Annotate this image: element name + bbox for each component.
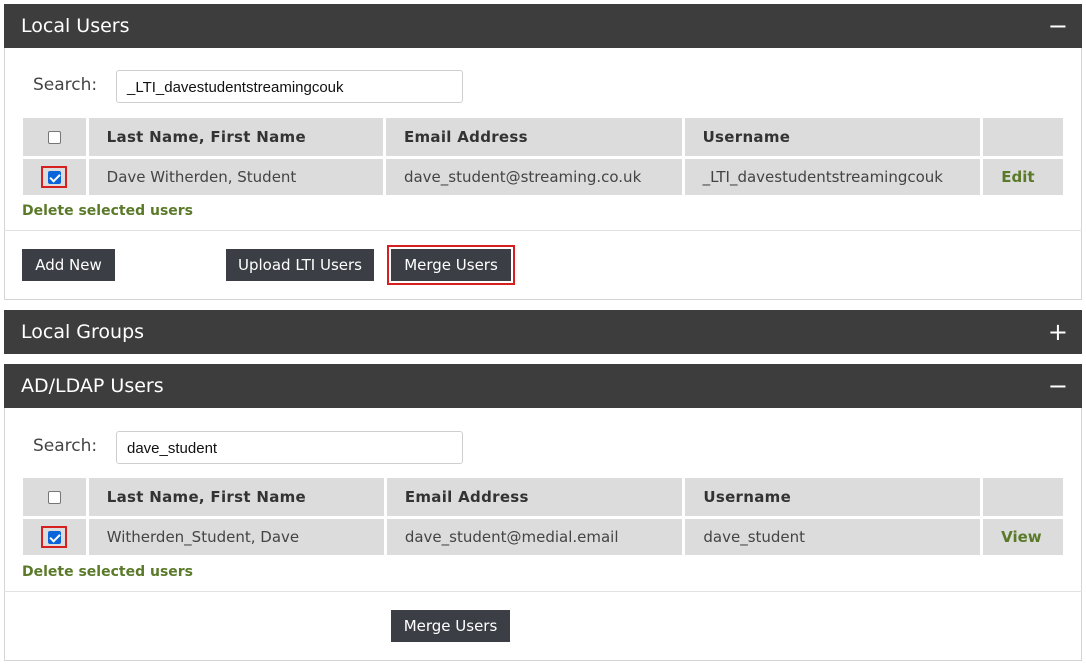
user-name: Witherden_Student, Dave xyxy=(88,519,384,555)
column-header-email[interactable]: Email Address xyxy=(385,118,682,156)
row-select-cell xyxy=(23,159,86,195)
local-users-title: Local Users xyxy=(21,15,130,37)
ad-ldap-users-header[interactable]: AD/LDAP Users − xyxy=(4,364,1082,408)
column-header-username[interactable]: Username xyxy=(684,118,981,156)
expand-icon[interactable]: + xyxy=(1048,320,1068,344)
column-header-action xyxy=(983,478,1063,516)
user-email: dave_student@medial.email xyxy=(386,519,683,555)
view-link[interactable]: View xyxy=(983,519,1063,555)
select-all-cell xyxy=(23,478,86,516)
ad-ldap-search-label: Search: xyxy=(33,436,98,456)
column-header-name[interactable]: Last Name, First Name xyxy=(88,118,383,156)
upload-lti-users-button[interactable]: Upload LTI Users xyxy=(226,249,374,281)
local-groups-header[interactable]: Local Groups + xyxy=(4,310,1082,354)
user-name: Dave Witherden, Student xyxy=(88,159,383,195)
select-all-checkbox[interactable] xyxy=(47,491,61,504)
collapse-icon[interactable]: − xyxy=(1048,374,1068,398)
column-header-name[interactable]: Last Name, First Name xyxy=(88,478,384,516)
divider xyxy=(4,591,1082,592)
collapse-icon[interactable]: − xyxy=(1048,14,1068,38)
column-header-action xyxy=(983,118,1063,156)
ad-ldap-search-input[interactable]: dave_student xyxy=(116,431,463,464)
select-all-checkbox[interactable] xyxy=(47,131,61,144)
table-row: Witherden_Student, Dave dave_student@med… xyxy=(23,519,1063,555)
table-row: Dave Witherden, Student dave_student@str… xyxy=(23,159,1063,195)
add-new-button[interactable]: Add New xyxy=(22,249,115,281)
row-checkbox[interactable] xyxy=(47,530,61,544)
merge-users-button[interactable]: Merge Users xyxy=(391,249,511,281)
user-email: dave_student@streaming.co.uk xyxy=(385,159,682,195)
edit-link[interactable]: Edit xyxy=(983,159,1063,195)
highlight-box xyxy=(41,166,68,188)
local-users-search-label: Search: xyxy=(33,75,98,95)
user-username: _LTI_davestudentstreamingcouk xyxy=(684,159,981,195)
ad-ldap-users-title: AD/LDAP Users xyxy=(21,375,164,397)
highlight-box xyxy=(41,526,68,548)
ad-ldap-users-table: Last Name, First Name Email Address User… xyxy=(20,475,1066,558)
row-checkbox[interactable] xyxy=(47,170,61,184)
divider xyxy=(4,230,1082,231)
column-header-email[interactable]: Email Address xyxy=(386,478,683,516)
select-all-cell xyxy=(23,118,86,156)
column-header-username[interactable]: Username xyxy=(685,478,981,516)
row-select-cell xyxy=(23,519,86,555)
local-users-table: Last Name, First Name Email Address User… xyxy=(20,115,1066,198)
merge-users-button[interactable]: Merge Users xyxy=(391,610,510,642)
local-users-header[interactable]: Local Users − xyxy=(4,4,1082,48)
delete-selected-users-link[interactable]: Delete selected users xyxy=(22,564,193,580)
delete-selected-users-link[interactable]: Delete selected users xyxy=(22,203,193,219)
merge-users-highlight: Merge Users xyxy=(387,245,515,285)
local-users-search-input[interactable]: _LTI_davestudentstreamingcouk xyxy=(116,70,463,103)
user-username: dave_student xyxy=(685,519,981,555)
local-groups-title: Local Groups xyxy=(21,321,145,343)
